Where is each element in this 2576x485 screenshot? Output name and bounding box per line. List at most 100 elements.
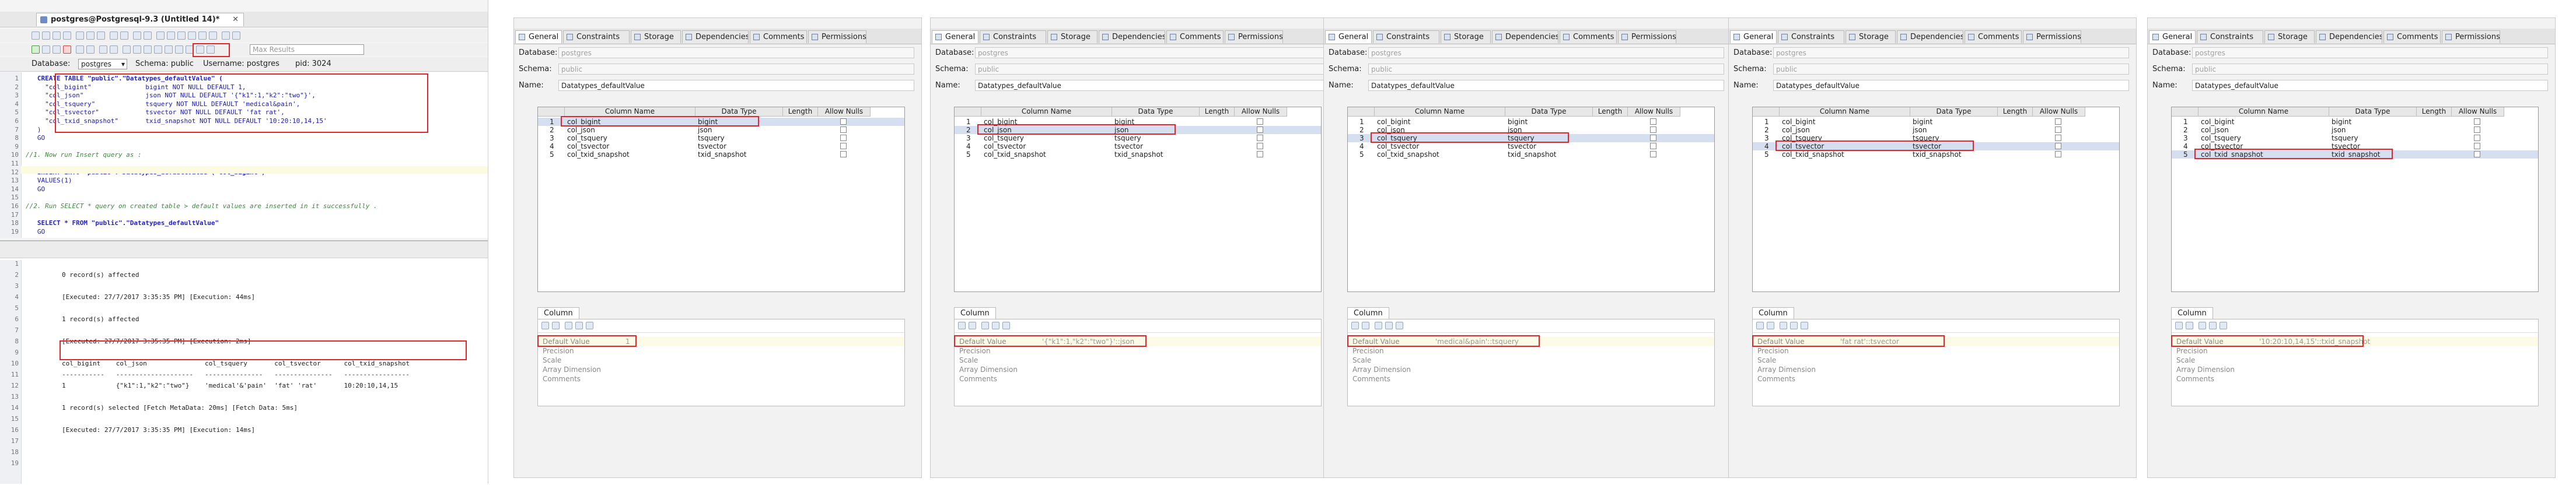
- categorized-icon[interactable]: [2175, 322, 2183, 329]
- column-name-cell[interactable]: col_tsvector: [1377, 142, 1419, 150]
- allow-nulls-checkbox[interactable]: [1650, 135, 1656, 141]
- tab-constraints[interactable]: Constraints: [2197, 30, 2263, 43]
- name-field[interactable]: Datatypes_defaultValue: [2192, 80, 2548, 91]
- tab-comments[interactable]: Comments: [2383, 30, 2441, 43]
- tab-constraints[interactable]: Constraints: [1778, 30, 1844, 43]
- allow-nulls-checkbox[interactable]: [2055, 126, 2061, 133]
- database-field[interactable]: postgres: [558, 47, 914, 58]
- tab-comments[interactable]: Comments: [1965, 30, 2022, 43]
- tab-general[interactable]: General: [1325, 30, 1372, 43]
- stop-icon[interactable]: [63, 45, 71, 54]
- allow-nulls-checkbox[interactable]: [1650, 118, 1656, 125]
- column-name-cell[interactable]: col_txid_snapshot: [984, 150, 1046, 159]
- goto-icon[interactable]: [232, 31, 240, 40]
- property-row[interactable]: Comments: [955, 374, 1321, 384]
- property-row[interactable]: Array Dimension: [1753, 365, 2119, 374]
- data-type-cell[interactable]: bigint: [1508, 118, 1528, 126]
- data-type-cell[interactable]: txid_snapshot: [1114, 150, 1163, 159]
- find-icon[interactable]: [133, 31, 141, 40]
- name-field[interactable]: Datatypes_defaultValue: [558, 80, 914, 91]
- tab-constraints[interactable]: Constraints: [980, 30, 1046, 43]
- tab-general[interactable]: General: [2149, 30, 2196, 43]
- table-row[interactable]: 2 col_json json: [538, 126, 904, 134]
- sort-icon[interactable]: [1767, 322, 1774, 329]
- table-row[interactable]: 3 col_tsquery tsquery: [538, 134, 904, 142]
- allow-nulls-checkbox[interactable]: [1650, 126, 1656, 133]
- sort-icon[interactable]: [1362, 322, 1369, 329]
- property-row[interactable]: Precision: [955, 346, 1321, 356]
- code-line[interactable]: //1. Now run Insert query as :: [26, 151, 142, 159]
- column-name-cell[interactable]: col_json: [1782, 126, 1810, 134]
- expand-icon[interactable]: [2209, 322, 2217, 329]
- categorized-icon[interactable]: [1756, 322, 1764, 329]
- schema-field[interactable]: public: [2192, 64, 2548, 75]
- column-header[interactable]: Allow Nulls: [818, 107, 871, 117]
- schema-field[interactable]: public: [1368, 64, 1724, 75]
- property-row[interactable]: Comments: [1753, 374, 2119, 384]
- property-row[interactable]: Array Dimension: [1348, 365, 1714, 374]
- database-field[interactable]: postgres: [2192, 47, 2548, 58]
- allow-nulls-checkbox[interactable]: [2474, 135, 2480, 141]
- column-properties-tab[interactable]: Column: [954, 307, 996, 319]
- tab-permissions[interactable]: Permissions: [2442, 30, 2500, 43]
- tab-storage[interactable]: Storage: [2264, 30, 2315, 43]
- column-header[interactable]: Length: [1998, 107, 2033, 117]
- data-type-cell[interactable]: txid_snapshot: [1508, 150, 1557, 159]
- schema-field[interactable]: public: [1773, 64, 2129, 75]
- column-name-cell[interactable]: col_txid_snapshot: [567, 150, 630, 159]
- case-icon[interactable]: [209, 31, 217, 40]
- filter-icon[interactable]: [1780, 322, 1787, 329]
- tab-dependencies[interactable]: Dependencies: [1897, 30, 1963, 43]
- database-select[interactable]: postgres ▾: [78, 59, 127, 69]
- property-row[interactable]: Precision: [1348, 346, 1714, 356]
- property-row[interactable]: Array Dimension: [2172, 365, 2538, 374]
- paste-icon[interactable]: [97, 31, 105, 40]
- column-header[interactable]: Allow Nulls: [1628, 107, 1680, 117]
- column-header[interactable]: Data Type: [2329, 107, 2417, 117]
- table-row[interactable]: 1 col_bigint bigint: [1348, 118, 1714, 126]
- code-line[interactable]: //2. Run SELECT * query on created table…: [26, 202, 378, 210]
- tab-comments[interactable]: Comments: [1560, 30, 1617, 43]
- tab-dependencies[interactable]: Dependencies: [2316, 30, 2382, 43]
- tab-permissions[interactable]: Permissions: [808, 30, 866, 43]
- copy-icon[interactable]: [86, 31, 95, 40]
- results-text-icon[interactable]: [133, 45, 141, 54]
- new-icon[interactable]: [32, 31, 40, 40]
- max-results-input[interactable]: Max Results: [250, 44, 364, 55]
- column-name-cell[interactable]: col_json: [567, 126, 595, 134]
- allow-nulls-checkbox[interactable]: [2474, 118, 2480, 125]
- data-type-cell[interactable]: bigint: [1913, 118, 1932, 126]
- allow-nulls-checkbox[interactable]: [840, 143, 847, 149]
- sort-icon[interactable]: [552, 322, 560, 329]
- collapse-icon[interactable]: [1002, 322, 1010, 329]
- property-row[interactable]: Scale: [1348, 356, 1714, 365]
- data-type-cell[interactable]: json: [1913, 126, 1927, 134]
- allow-nulls-checkbox[interactable]: [2474, 143, 2480, 149]
- column-name-cell[interactable]: col_bigint: [1782, 118, 1816, 126]
- allow-nulls-checkbox[interactable]: [2055, 151, 2061, 157]
- filter-icon[interactable]: [565, 322, 572, 329]
- schema-field[interactable]: public: [558, 64, 914, 75]
- parameters-icon[interactable]: [175, 45, 183, 54]
- allow-nulls-checkbox[interactable]: [840, 118, 847, 125]
- allow-nulls-checkbox[interactable]: [1650, 143, 1656, 149]
- database-field[interactable]: postgres: [1773, 47, 2129, 58]
- allow-nulls-checkbox[interactable]: [1257, 118, 1263, 125]
- tab-general[interactable]: General: [1730, 30, 1777, 43]
- editor-tab[interactable]: postgres@Postgresql-9.3 (Untitled 14)* ✕: [36, 13, 244, 26]
- allow-nulls-checkbox[interactable]: [1257, 126, 1263, 133]
- data-type-cell[interactable]: tsquery: [698, 134, 725, 142]
- tab-general[interactable]: General: [932, 30, 978, 43]
- tab-permissions[interactable]: Permissions: [1225, 30, 1283, 43]
- table-row[interactable]: 5 col_txid_snapshot txid_snapshot: [1753, 150, 2119, 159]
- column-header[interactable]: Allow Nulls: [2452, 107, 2504, 117]
- table-row[interactable]: 3 col_tsquery tsquery: [2172, 134, 2538, 142]
- data-type-cell[interactable]: json: [698, 126, 712, 134]
- property-row[interactable]: Comments: [1348, 374, 1714, 384]
- allow-nulls-checkbox[interactable]: [2474, 126, 2480, 133]
- allow-nulls-checkbox[interactable]: [1257, 135, 1263, 141]
- schema-field[interactable]: public: [975, 64, 1331, 75]
- property-row[interactable]: Comments: [2172, 374, 2538, 384]
- sort-icon[interactable]: [969, 322, 976, 329]
- allow-nulls-checkbox[interactable]: [2055, 135, 2061, 141]
